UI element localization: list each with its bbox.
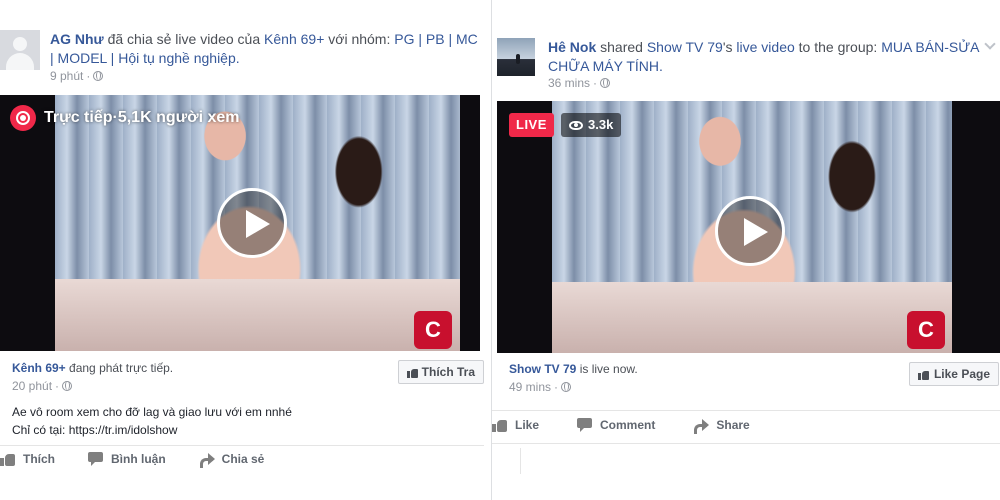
globe-icon — [93, 71, 104, 81]
viewer-count: 3.3k — [588, 117, 614, 132]
share-arrow-icon — [693, 418, 710, 434]
comment-button[interactable]: Comment — [577, 418, 655, 432]
share-verb: shared — [596, 39, 647, 55]
channel-watermark: C — [414, 311, 452, 349]
action-bar: Thích Bình luận Chia sẻ — [0, 452, 264, 468]
like-page-label: Like Page — [933, 367, 990, 381]
share-arrow-icon — [199, 452, 215, 468]
viewer-count: 5,1K người xem — [117, 109, 240, 126]
message-line: Ae vô room xem cho đỡ lag và giao lưu vớ… — [12, 405, 292, 419]
globe-icon — [561, 382, 572, 392]
thumbs-up-icon — [492, 418, 508, 432]
action-bar: Like Comment Share — [492, 418, 750, 434]
play-icon[interactable] — [217, 188, 287, 258]
like-button[interactable]: Thích — [0, 452, 55, 466]
post-header: AG Như đã chia sẻ live video của Kênh 69… — [50, 30, 480, 68]
group-connector: to the group: — [794, 39, 882, 55]
globe-icon — [62, 381, 73, 391]
share-button[interactable]: Share — [693, 418, 750, 434]
like-page-button[interactable]: Thích Tra — [398, 360, 484, 384]
message-link[interactable]: Chỉ có tại: https://tr.im/idolshow — [12, 421, 472, 439]
shared-page-link[interactable]: Kênh 69+ — [264, 31, 324, 47]
globe-icon — [600, 78, 611, 88]
info-timestamp[interactable]: 20 phút — [12, 379, 52, 393]
live-label: Trực tiếp — [44, 109, 113, 126]
comment-icon — [577, 418, 593, 432]
info-status: is live now. — [576, 362, 638, 376]
info-page-link[interactable]: Show TV 79 — [509, 362, 576, 376]
post-meta: 9 phút · — [50, 69, 104, 83]
post-card-right: Hê Nok shared Show TV 79's live video to… — [491, 0, 1000, 500]
like-page-button[interactable]: Like Page — [909, 362, 999, 386]
live-video-link[interactable]: live video — [736, 39, 794, 55]
post-meta: 36 mins · — [548, 76, 611, 90]
group-connector: với nhóm: — [324, 31, 395, 47]
actor-name[interactable]: Hê Nok — [548, 39, 596, 55]
live-indicator: Trực tiếp · 5,1K người xem — [10, 105, 240, 131]
info-page-link[interactable]: Kênh 69+ — [12, 361, 66, 375]
post-timestamp[interactable]: 9 phút — [50, 69, 83, 83]
eye-icon — [569, 120, 583, 130]
divider — [0, 445, 484, 446]
like-button[interactable]: Like — [492, 418, 539, 432]
shared-page-link[interactable]: Show TV 79 — [647, 39, 723, 55]
avatar[interactable] — [0, 30, 40, 70]
comment-button[interactable]: Bình luận — [88, 452, 166, 466]
like-page-label: Thích Tra — [421, 365, 475, 379]
divider — [492, 410, 1000, 411]
share-button[interactable]: Chia sẻ — [199, 452, 264, 468]
divider — [492, 443, 1000, 444]
post-message: Ae vô room xem cho đỡ lag và giao lưu vớ… — [12, 403, 472, 439]
comment-icon — [88, 452, 104, 466]
post-timestamp[interactable]: 36 mins — [548, 76, 590, 90]
live-badge: LIVE — [509, 113, 554, 137]
divider — [520, 448, 521, 474]
channel-watermark: C — [907, 311, 945, 349]
live-broadcast-icon — [10, 105, 36, 131]
post-header: Hê Nok shared Show TV 79's live video to… — [548, 39, 979, 74]
live-info: Show TV 79 is live now. 49 mins · — [509, 362, 638, 394]
thumbs-up-icon — [0, 452, 16, 466]
avatar[interactable] — [497, 38, 535, 76]
actor-name[interactable]: AG Như — [50, 31, 104, 47]
thumbs-up-icon — [918, 369, 929, 380]
live-video-player[interactable]: LIVE 3.3k C — [497, 101, 1000, 353]
post-card-left: AG Như đã chia sẻ live video của Kênh 69… — [0, 0, 484, 500]
viewer-count-badge: 3.3k — [561, 113, 622, 137]
thumbs-up-icon — [407, 367, 418, 378]
info-status: đang phát trực tiếp. — [65, 361, 174, 375]
share-verb: đã chia sẻ live video của — [103, 31, 265, 47]
live-info: Kênh 69+ đang phát trực tiếp. 20 phút · — [12, 361, 174, 393]
play-icon[interactable] — [715, 196, 785, 266]
live-video-player[interactable]: Trực tiếp · 5,1K người xem C — [0, 95, 480, 351]
info-timestamp[interactable]: 49 mins — [509, 380, 551, 394]
